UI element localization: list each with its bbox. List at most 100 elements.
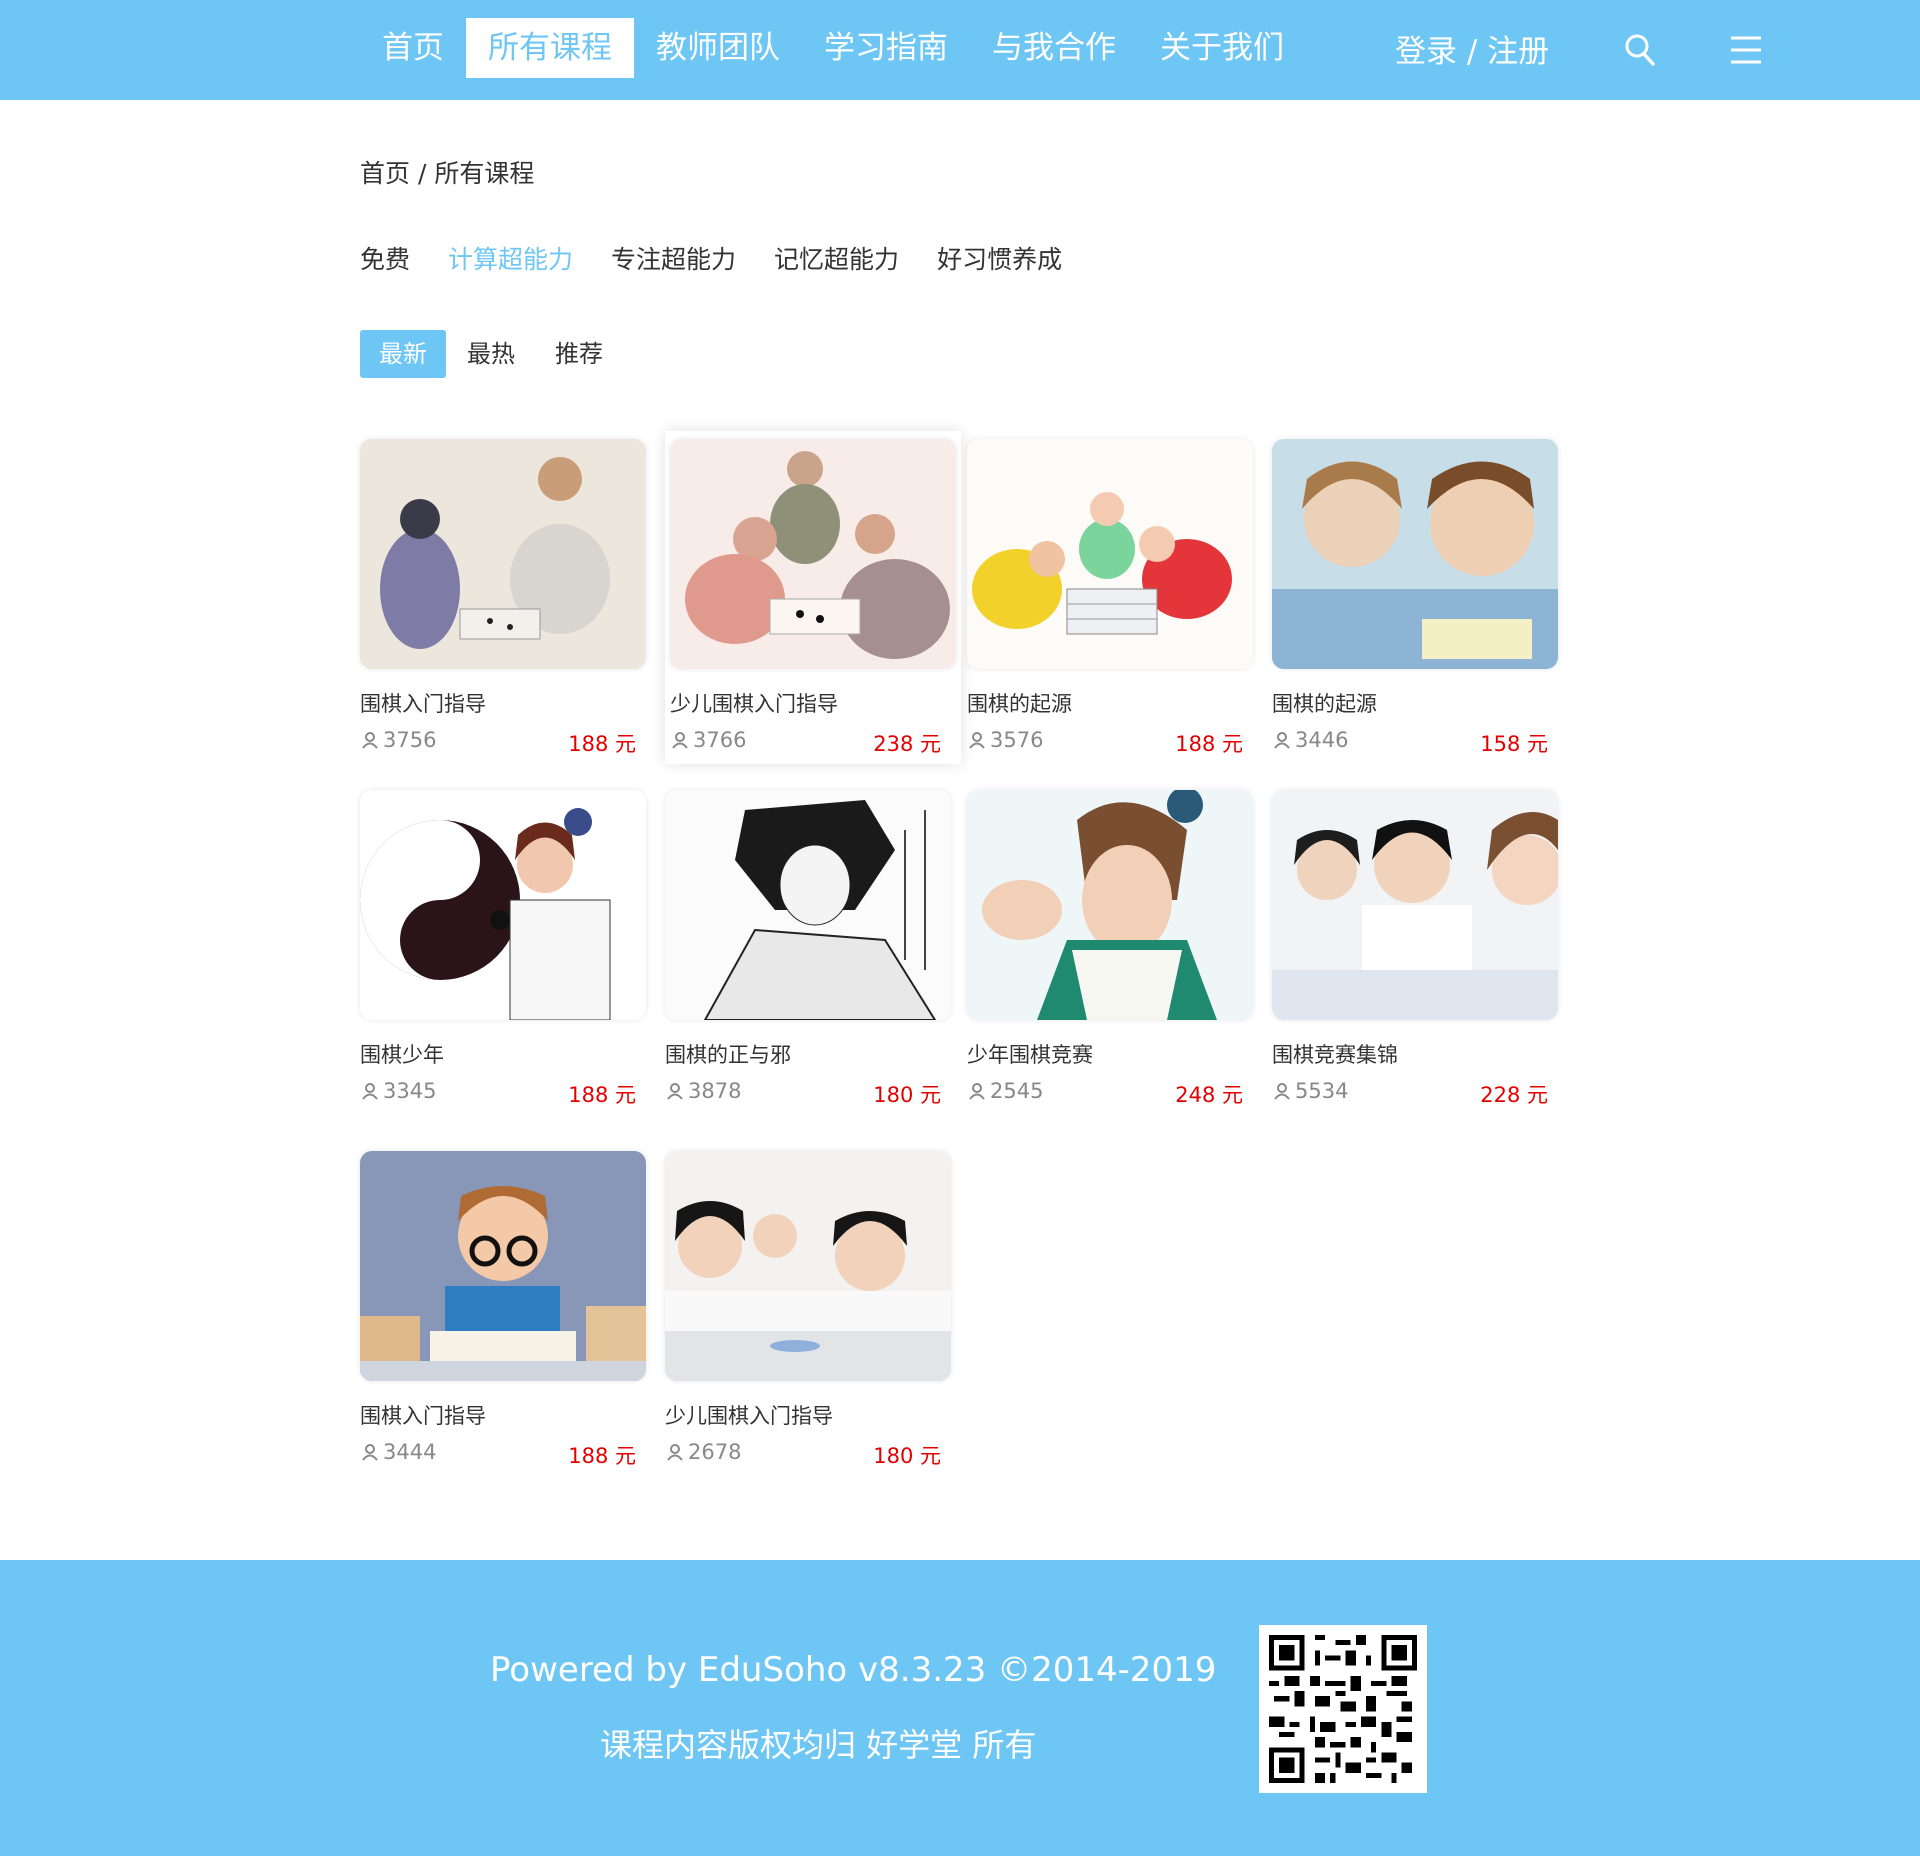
course-meta: 3756 188 元 <box>360 728 646 756</box>
user-icon <box>362 1083 378 1100</box>
course-title[interactable]: 少儿围棋入门指导 <box>670 688 961 718</box>
course-thumbnail[interactable] <box>967 439 1253 669</box>
course-title[interactable]: 围棋的起源 <box>1272 688 1558 718</box>
course-card[interactable]: 围棋入门指导 3756 188 元 <box>360 439 646 756</box>
student-count: 3756 <box>360 728 436 752</box>
student-count-value: 3444 <box>383 1440 437 1464</box>
student-count-value: 5534 <box>1295 1079 1349 1103</box>
course-thumbnail[interactable] <box>360 790 646 1020</box>
course-card[interactable]: 围棋的起源 3446 158 元 <box>1272 439 1558 756</box>
course-title[interactable]: 围棋入门指导 <box>360 1400 646 1430</box>
student-count-value: 3766 <box>693 728 747 752</box>
category-calculation[interactable]: 计算超能力 <box>448 240 573 276</box>
sort-newest[interactable]: 最新 <box>360 330 446 378</box>
student-count-value: 2678 <box>688 1440 742 1464</box>
user-icon <box>667 1083 683 1100</box>
course-meta: 2678 180 元 <box>665 1440 951 1468</box>
breadcrumb-home[interactable]: 首页 <box>360 159 410 188</box>
course-meta: 3576 188 元 <box>967 728 1253 756</box>
course-card[interactable]: 围棋入门指导 3444 188 元 <box>360 1151 646 1468</box>
course-meta: 3345 188 元 <box>360 1079 646 1107</box>
course-card[interactable]: 少年围棋竞赛 2545 248 元 <box>967 790 1253 1107</box>
copyright-text: 课程内容版权均归 好学堂 所有 <box>600 1726 1037 1764</box>
course-card[interactable]: 少儿围棋入门指导 2678 180 元 <box>665 1151 951 1468</box>
course-card[interactable]: 围棋少年 3345 188 元 <box>360 790 646 1107</box>
nav-guide[interactable]: 学习指南 <box>802 18 970 78</box>
breadcrumb: 首页 / 所有课程 <box>360 154 534 190</box>
course-price: 180 元 <box>873 1444 941 1468</box>
course-thumbnail[interactable] <box>967 790 1253 1020</box>
category-free[interactable]: 免费 <box>360 240 410 276</box>
course-meta: 2545 248 元 <box>967 1079 1253 1107</box>
course-card[interactable]: 围棋的起源 3576 188 元 <box>967 439 1253 756</box>
course-meta: 5534 228 元 <box>1272 1079 1558 1107</box>
nav-home[interactable]: 首页 <box>360 18 466 78</box>
menu-icon[interactable] <box>1726 30 1766 70</box>
course-price: 188 元 <box>568 732 636 756</box>
student-count: 3345 <box>360 1079 436 1103</box>
user-icon <box>969 1083 985 1100</box>
course-thumbnail[interactable] <box>360 439 646 669</box>
category-memory[interactable]: 记忆超能力 <box>774 240 899 276</box>
course-card[interactable]: 围棋竞赛集锦 5534 228 元 <box>1272 790 1558 1107</box>
student-count-value: 3446 <box>1295 728 1349 752</box>
user-icon <box>667 1444 683 1461</box>
course-price: 158 元 <box>1480 732 1548 756</box>
course-thumbnail[interactable] <box>360 1151 646 1381</box>
powered-by-text: Powered by EduSoho v8.3.23 ©2014-2019 <box>490 1650 1217 1690</box>
course-price: 188 元 <box>1175 732 1243 756</box>
course-title[interactable]: 围棋的起源 <box>967 688 1253 718</box>
course-thumbnail[interactable] <box>1272 439 1558 669</box>
nav-about[interactable]: 关于我们 <box>1138 18 1306 78</box>
course-thumbnail[interactable] <box>665 790 951 1020</box>
course-title[interactable]: 围棋竞赛集锦 <box>1272 1039 1558 1069</box>
student-count: 2678 <box>665 1440 741 1464</box>
nav-teachers[interactable]: 教师团队 <box>634 18 802 78</box>
main-nav: 首页 所有课程 教师团队 学习指南 与我合作 关于我们 <box>360 18 1306 78</box>
course-price: 180 元 <box>873 1083 941 1107</box>
course-title[interactable]: 少儿围棋入门指导 <box>665 1400 951 1430</box>
user-icon <box>1274 732 1290 749</box>
course-thumbnail[interactable] <box>665 1151 951 1381</box>
course-price: 228 元 <box>1480 1083 1548 1107</box>
course-meta: 3878 180 元 <box>665 1079 951 1107</box>
course-title[interactable]: 围棋少年 <box>360 1039 646 1069</box>
sort-recommended[interactable]: 推荐 <box>536 330 622 378</box>
student-count: 3444 <box>360 1440 436 1464</box>
course-title[interactable]: 围棋的正与邪 <box>665 1039 951 1069</box>
breadcrumb-current: 所有课程 <box>434 159 535 188</box>
course-card[interactable]: 少儿围棋入门指导 3766 238 元 <box>665 431 961 764</box>
course-thumbnail[interactable] <box>670 439 956 669</box>
student-count-value: 3345 <box>383 1079 437 1103</box>
student-count-value: 3878 <box>688 1079 742 1103</box>
user-icon <box>1274 1083 1290 1100</box>
student-count: 3576 <box>967 728 1043 752</box>
nav-cooperate[interactable]: 与我合作 <box>970 18 1138 78</box>
sort-hottest[interactable]: 最热 <box>448 330 534 378</box>
course-meta: 3444 188 元 <box>360 1440 646 1468</box>
student-count: 5534 <box>1272 1079 1348 1103</box>
user-icon <box>362 1444 378 1461</box>
course-meta: 3766 238 元 <box>670 728 961 756</box>
course-thumbnail[interactable] <box>1272 790 1558 1020</box>
login-register-link[interactable]: 登录 / 注册 <box>1395 26 1549 71</box>
top-navbar: 首页 所有课程 教师团队 学习指南 与我合作 关于我们 登录 / 注册 <box>0 0 1920 100</box>
footer: Powered by EduSoho v8.3.23 ©2014-2019 课程… <box>0 1560 1920 1856</box>
search-icon[interactable] <box>1622 30 1658 70</box>
course-price: 248 元 <box>1175 1083 1243 1107</box>
course-price: 188 元 <box>568 1083 636 1107</box>
student-count: 3446 <box>1272 728 1348 752</box>
category-focus[interactable]: 专注超能力 <box>611 240 736 276</box>
course-price: 188 元 <box>568 1444 636 1468</box>
student-count-value: 2545 <box>990 1079 1044 1103</box>
breadcrumb-separator: / <box>410 159 435 188</box>
category-filter: 免费 计算超能力 专注超能力 记忆超能力 好习惯养成 <box>360 240 1100 276</box>
qr-code-icon <box>1259 1625 1427 1793</box>
student-count-value: 3756 <box>383 728 437 752</box>
student-count-value: 3576 <box>990 728 1044 752</box>
course-card[interactable]: 围棋的正与邪 3878 180 元 <box>665 790 951 1107</box>
nav-all-courses[interactable]: 所有课程 <box>466 18 634 78</box>
category-habits[interactable]: 好习惯养成 <box>937 240 1062 276</box>
course-title[interactable]: 少年围棋竞赛 <box>967 1039 1253 1069</box>
course-title[interactable]: 围棋入门指导 <box>360 688 646 718</box>
